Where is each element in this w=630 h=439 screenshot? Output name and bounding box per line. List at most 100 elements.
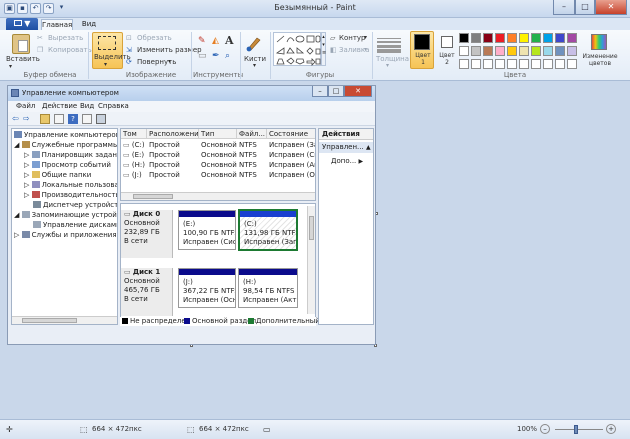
shapes-scroll[interactable]: ▴ ▾ ≡ (321, 32, 326, 66)
copy-button[interactable]: Копировать (48, 46, 92, 54)
text-tool-icon[interactable]: A (225, 34, 234, 47)
crop-icon[interactable]: ⊡ (126, 34, 132, 42)
edit-colors-icon[interactable] (591, 34, 607, 50)
thickness-button[interactable]: Толщина (376, 55, 409, 63)
zoom-slider-track[interactable] (555, 429, 603, 430)
palette-swatch[interactable] (483, 59, 493, 69)
divider (240, 32, 241, 79)
thickness-dropdown-icon[interactable]: ▾ (386, 62, 389, 69)
palette-swatch[interactable] (555, 59, 565, 69)
selection-icon: ⬚ (80, 425, 88, 434)
select-dropdown-icon[interactable]: ▾ (104, 61, 107, 68)
rotate-dropdown-icon[interactable]: ▾ (168, 58, 171, 65)
outline-dropdown-icon[interactable]: ▾ (364, 34, 367, 41)
palette-swatch[interactable] (555, 33, 565, 43)
palette-swatch[interactable] (531, 59, 541, 69)
disk-icon (96, 114, 106, 124)
palette-swatch[interactable] (495, 46, 505, 56)
zoom-out-button[interactable]: – (540, 424, 550, 434)
actions-header: Действия (319, 129, 373, 140)
palette-swatch[interactable] (483, 33, 493, 43)
cut-icon[interactable]: ✂ (37, 34, 43, 42)
palette-swatch[interactable] (555, 46, 565, 56)
copy-icon[interactable]: ❐ (37, 46, 43, 54)
minimize-button[interactable]: – (553, 0, 575, 15)
volume-cell: ▭ (J:) (123, 171, 142, 179)
palette-swatch[interactable] (543, 59, 553, 69)
fill-icon[interactable]: ◧ (330, 46, 337, 54)
col-header-status: Состояние (267, 129, 315, 139)
magnifier-icon[interactable]: ⌕ (225, 51, 230, 61)
fill-dropdown-icon[interactable]: ▾ (364, 46, 367, 53)
fill-bucket-icon[interactable]: ◭ (212, 36, 219, 46)
palette-swatch[interactable] (471, 46, 481, 56)
shapes-gallery[interactable] (273, 32, 321, 66)
users-icon (31, 181, 40, 188)
palette-swatch[interactable] (531, 46, 541, 56)
palette-swatch[interactable] (543, 33, 553, 43)
computer-icon (14, 131, 22, 138)
palette-swatch[interactable] (459, 59, 469, 69)
cm-disk-view: ▭ Диск 0 Основной 232,89 ГБ В сети (E:) … (120, 203, 316, 325)
tree-item-users: ▷ Локальные пользовате (24, 181, 117, 189)
color2-swatch[interactable] (441, 36, 453, 48)
paste-button[interactable]: Вставить (6, 55, 40, 63)
close-button[interactable]: ✕ (595, 0, 627, 15)
crop-button[interactable]: Обрезать (137, 34, 172, 42)
cm-tree-pane: Управление компьютером (л ◢ Служебные пр… (11, 128, 118, 325)
tab-view[interactable]: Вид (78, 19, 100, 30)
brush-icon[interactable] (245, 34, 265, 52)
status-bar: ✛ ⬚ 664 × 472пкс ⬚ 664 × 472пкс ▭ 100% –… (0, 419, 630, 439)
outline-dropdown[interactable]: Контур (339, 34, 366, 42)
palette-swatch[interactable] (507, 46, 517, 56)
palette-swatch[interactable] (495, 33, 505, 43)
palette-swatch[interactable] (483, 46, 493, 56)
cm-title-bar: Управление компьютером – □ ✕ (8, 86, 375, 101)
cut-button[interactable]: Вырезать (48, 34, 83, 42)
brushes-dropdown-icon[interactable]: ▾ (253, 62, 256, 69)
palette-swatch[interactable] (567, 46, 577, 56)
palette-swatch[interactable] (567, 59, 577, 69)
rotate-icon[interactable]: ⟳ (126, 58, 132, 66)
thickness-icon[interactable] (377, 36, 401, 53)
edit-colors-button[interactable]: Изменение цветов (580, 53, 620, 67)
palette-swatch[interactable] (519, 59, 529, 69)
clipboard-icon[interactable] (12, 34, 30, 54)
palette-swatch[interactable] (531, 33, 541, 43)
resize-icon[interactable]: ⇲ (126, 46, 132, 54)
eraser-icon[interactable]: ▭ (198, 51, 207, 61)
palette-swatch[interactable] (519, 46, 529, 56)
palette-swatch[interactable] (507, 33, 517, 43)
palette-swatch[interactable] (519, 33, 529, 43)
pencil-icon[interactable]: ✎ (198, 36, 206, 46)
title-bar: ▣ ▪ ↶ ↷ ▾ Безымянный - Paint – □ ✕ (0, 0, 630, 18)
file-menu-arrow: ▼ (24, 19, 31, 28)
palette-swatch[interactable] (507, 59, 517, 69)
cm-close-icon: ✕ (344, 86, 372, 97)
palette-swatch[interactable] (471, 59, 481, 69)
zoom-in-button[interactable]: + (606, 424, 616, 434)
tree-item-events: ▷ Просмотр событий (24, 161, 111, 169)
selection-size: 664 × 472пкс (92, 425, 142, 433)
zoom-slider-thumb[interactable] (574, 425, 578, 434)
palette-swatch[interactable] (459, 46, 469, 56)
maximize-button[interactable]: □ (575, 0, 595, 15)
legend-swatch-extended (248, 318, 254, 324)
palette-swatch[interactable] (471, 33, 481, 43)
outline-icon[interactable]: ▱ (330, 34, 335, 42)
color2-label[interactable]: Цвет 2 (437, 52, 457, 66)
tab-home[interactable]: Главная (41, 19, 73, 30)
palette-swatch[interactable] (543, 46, 553, 56)
palette-swatch[interactable] (459, 33, 469, 43)
volume-cell: ▭ (E:) (123, 151, 145, 159)
palette-swatch[interactable] (495, 59, 505, 69)
file-menu-button[interactable]: ▼ (6, 18, 38, 30)
palette-swatch[interactable] (567, 33, 577, 43)
paste-dropdown-icon[interactable]: ▾ (9, 63, 12, 70)
tree-item-performance: ▷ Производительность (24, 191, 118, 199)
fs-cell: NTFS (239, 141, 257, 149)
color-picker-icon[interactable]: ✒ (212, 51, 220, 61)
partition-h: (H:) 98,54 ГБ NTFS Исправен (Актие (238, 268, 298, 308)
canvas-size: 664 × 472пкс (199, 425, 249, 433)
disk0-size: 232,89 ГБ (124, 228, 160, 236)
